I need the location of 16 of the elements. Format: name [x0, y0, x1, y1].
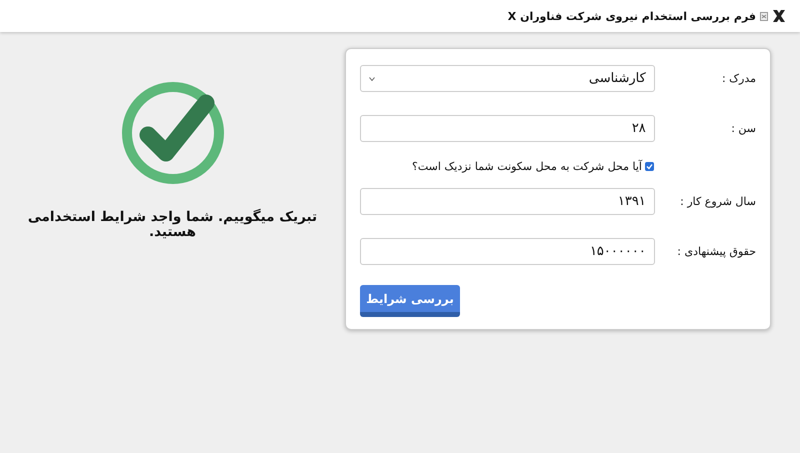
field-label: حقوق پیشنهادی :	[676, 244, 756, 258]
page-title: فرم بررسی استخدام نیروی شرکت فناوران X	[508, 10, 756, 22]
input-field[interactable]: ۱۵۰۰۰۰۰۰	[360, 238, 655, 265]
logo-icon	[772, 8, 786, 24]
field-label: سال شروع کار :	[679, 194, 756, 208]
select-field[interactable]: کارشناسی	[360, 65, 655, 92]
input-field[interactable]: ۱۳۹۱	[360, 188, 655, 215]
check-conditions-button[interactable]: بررسی شرایط	[360, 285, 460, 317]
broken-image-icon	[760, 12, 768, 20]
field-label: مدرک :	[720, 71, 756, 85]
input-field[interactable]: ۲۸	[360, 115, 655, 142]
chevron-down-icon	[369, 76, 375, 80]
result-message: تبریک میگوییم. شما واجد شرایط استخدامی هستید.	[26, 210, 318, 240]
field-label: سن :	[730, 121, 756, 135]
checkbox[interactable]	[645, 162, 654, 171]
checkbox-label: آیا محل شرکت به محل سکونت شما نزدیک است؟	[412, 160, 642, 173]
